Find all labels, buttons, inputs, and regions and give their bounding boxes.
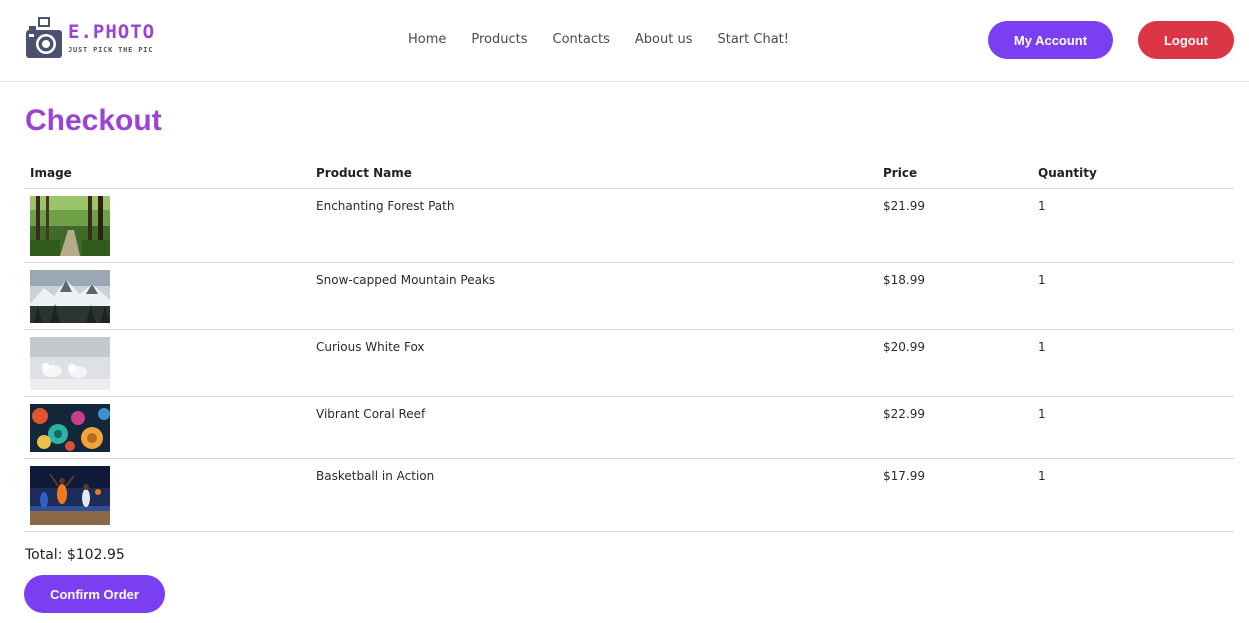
product-name: Snow-capped Mountain Peaks — [310, 262, 877, 330]
column-header-product-name: Product Name — [310, 160, 877, 189]
page-title: Checkout — [25, 104, 162, 137]
table-header-row: Image Product Name Price Quantity — [24, 160, 1234, 189]
table-row: Basketball in Action $17.99 1 — [24, 458, 1234, 532]
nav-chat-link[interactable]: Start Chat! — [717, 31, 788, 49]
main-nav: Home Products Contacts About us Start Ch… — [408, 31, 814, 49]
product-price: $20.99 — [877, 329, 1032, 397]
product-quantity: 1 — [1032, 396, 1234, 459]
product-quantity: 1 — [1032, 262, 1234, 330]
product-quantity: 1 — [1032, 188, 1234, 263]
product-price: $18.99 — [877, 262, 1032, 330]
coral-reef-thumbnail — [30, 403, 110, 452]
logout-button[interactable]: Logout — [1138, 21, 1234, 59]
site-header: E.PHOTO JUST PICK THE PIC Home Products … — [0, 0, 1249, 82]
nav-about-link[interactable]: About us — [635, 31, 693, 49]
table-row: Curious White Fox $20.99 1 — [24, 329, 1234, 397]
product-name: Enchanting Forest Path — [310, 188, 877, 263]
order-total: Total: $102.95 — [25, 547, 125, 563]
nav-contacts-link[interactable]: Contacts — [553, 31, 610, 49]
brand-logo[interactable]: E.PHOTO JUST PICK THE PIC — [25, 16, 155, 62]
product-name: Curious White Fox — [310, 329, 877, 397]
camera-icon — [26, 17, 62, 58]
table-row: Enchanting Forest Path $21.99 1 — [24, 188, 1234, 263]
product-price: $22.99 — [877, 396, 1032, 459]
product-name: Vibrant Coral Reef — [310, 396, 877, 459]
product-quantity: 1 — [1032, 458, 1234, 532]
checkout-table: Image Product Name Price Quantity Enchan… — [24, 160, 1234, 532]
brand-name: E.PHOTO — [68, 21, 156, 43]
my-account-button[interactable]: My Account — [988, 21, 1113, 59]
basketball-thumbnail — [30, 465, 110, 525]
product-price: $17.99 — [877, 458, 1032, 532]
confirm-order-button[interactable]: Confirm Order — [24, 575, 165, 613]
table-row: Vibrant Coral Reef $22.99 1 — [24, 396, 1234, 459]
product-price: $21.99 — [877, 188, 1032, 263]
product-name: Basketball in Action — [310, 458, 877, 532]
nav-products-link[interactable]: Products — [471, 31, 527, 49]
table-row: Snow-capped Mountain Peaks $18.99 1 — [24, 262, 1234, 330]
brand-tagline: JUST PICK THE PIC — [68, 46, 154, 54]
column-header-quantity: Quantity — [1032, 160, 1234, 189]
mountain-peaks-thumbnail — [30, 269, 110, 323]
product-quantity: 1 — [1032, 329, 1234, 397]
nav-home-link[interactable]: Home — [408, 31, 446, 49]
forest-path-thumbnail — [30, 195, 110, 256]
white-fox-thumbnail — [30, 336, 110, 390]
column-header-image: Image — [24, 160, 310, 189]
column-header-price: Price — [877, 160, 1032, 189]
checkout-table-container: Image Product Name Price Quantity Enchan… — [24, 160, 1234, 532]
